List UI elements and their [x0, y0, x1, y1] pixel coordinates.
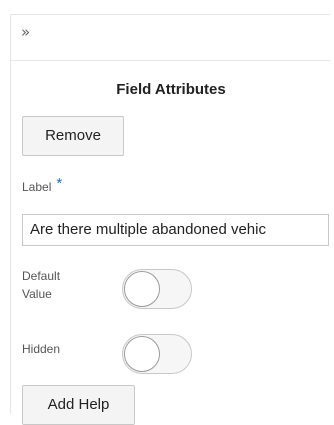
label-input[interactable]: Are there multiple abandoned vehic [22, 214, 329, 246]
add-help-button[interactable]: Add Help [22, 385, 135, 425]
remove-button[interactable]: Remove [22, 116, 124, 156]
required-marker: * [56, 175, 63, 192]
default-value-toggle[interactable] [122, 269, 192, 309]
label-field-caption-text: Label [22, 180, 52, 194]
toggle-knob [124, 336, 160, 372]
default-value-caption: Default Value [22, 267, 102, 303]
header-divider [11, 60, 330, 61]
label-field-caption: Label * [22, 175, 63, 195]
expand-collapse-icon[interactable]: » [21, 23, 30, 41]
field-attributes-panel: » Field Attributes Remove Label * Are the… [10, 14, 330, 425]
default-value-caption-line1: Default [22, 269, 61, 283]
toggle-knob [124, 271, 160, 307]
hidden-caption: Hidden [22, 342, 61, 356]
hidden-toggle[interactable] [122, 334, 192, 374]
default-value-caption-line2: Value [22, 287, 52, 301]
panel-title: Field Attributes [116, 81, 226, 98]
